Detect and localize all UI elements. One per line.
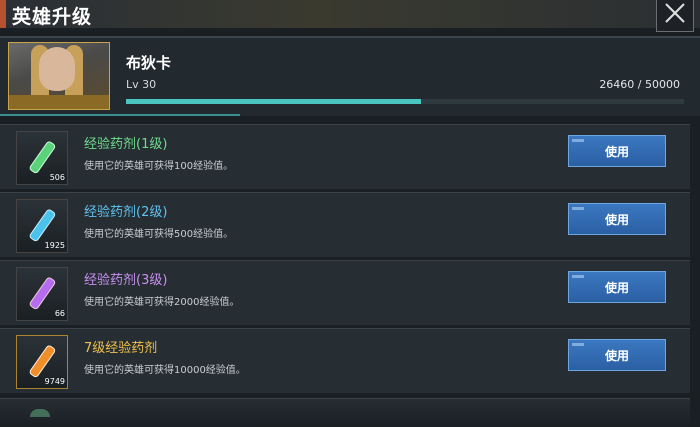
item-desc: 使用它的英雄可获得500经验值。	[84, 229, 234, 240]
item-name: 7级经验药剂	[84, 341, 158, 356]
list-item: 66 经验药剂(3级) 使用它的英雄可获得2000经验值。 使用	[0, 260, 690, 325]
item-desc: 使用它的英雄可获得10000经验值。	[84, 365, 246, 376]
use-button[interactable]: 使用	[568, 339, 666, 371]
list-item: 1925 经验药剂(2级) 使用它的英雄可获得500经验值。 使用	[0, 192, 690, 257]
hero-portrait	[8, 42, 110, 110]
item-desc: 使用它的英雄可获得100经验值。	[84, 161, 234, 172]
item-name: 经验药剂(3级)	[84, 273, 168, 288]
close-icon	[665, 3, 685, 23]
item-name: 经验药剂(2级)	[84, 205, 168, 220]
rank-strip	[9, 95, 109, 109]
hero-level: Lv 30	[126, 78, 157, 91]
use-button[interactable]: 使用	[568, 135, 666, 167]
item-name: 经验药剂(1级)	[84, 137, 168, 152]
exp-progress-fill	[126, 99, 422, 104]
page-title: 英雄升级	[12, 6, 93, 28]
list-item: 9749 7级经验药剂 使用它的英雄可获得10000经验值。 使用	[0, 328, 690, 393]
item-icon-box[interactable]: 506	[16, 131, 68, 185]
hero-bottom-accent	[0, 114, 240, 116]
list-item: 506 经验药剂(1级) 使用它的英雄可获得100经验值。 使用	[0, 124, 690, 189]
close-button[interactable]	[656, 0, 694, 32]
header-bar: 英雄升级	[0, 0, 700, 28]
item-count: 506	[49, 173, 65, 182]
item-count: 66	[54, 309, 65, 318]
hero-divider	[0, 36, 700, 38]
exp-progress-bar	[126, 99, 684, 104]
item-icon-box[interactable]: 9749	[16, 335, 68, 389]
item-icon-box[interactable]: 66	[16, 267, 68, 321]
use-button[interactable]: 使用	[568, 203, 666, 235]
header-accent	[0, 0, 6, 28]
item-icon-box[interactable]: 1925	[16, 199, 68, 253]
hero-exp-text: 26460 / 50000	[599, 78, 680, 91]
item-count: 1925	[44, 241, 65, 250]
item-desc: 使用它的英雄可获得2000经验值。	[84, 297, 240, 308]
use-button[interactable]: 使用	[568, 271, 666, 303]
potion-icon	[30, 409, 50, 417]
item-count: 9749	[44, 377, 65, 386]
hero-name: 布狄卡	[126, 54, 172, 72]
list-item-partial	[0, 398, 690, 427]
